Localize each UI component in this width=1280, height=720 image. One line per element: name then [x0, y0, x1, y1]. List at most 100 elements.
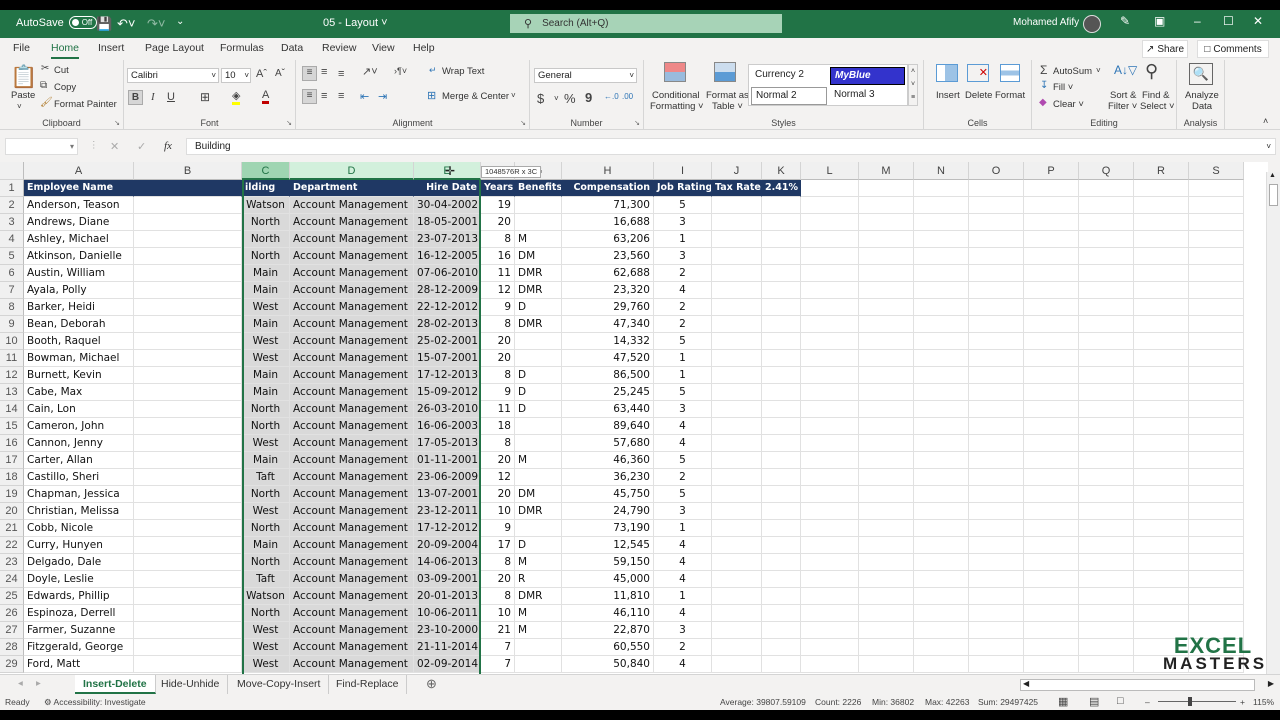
column-header-p[interactable]: P: [1024, 162, 1079, 180]
cell-r9[interactable]: [1134, 316, 1189, 333]
cell-c16[interactable]: West: [242, 435, 290, 452]
cell-g25[interactable]: DMR: [515, 588, 562, 605]
cell-p1[interactable]: [1024, 180, 1079, 197]
cell-f12[interactable]: 8: [481, 367, 515, 384]
cell-s5[interactable]: [1189, 248, 1244, 265]
column-header-c[interactable]: C: [242, 162, 290, 180]
cell-j4[interactable]: [712, 231, 762, 248]
cell-e29[interactable]: 02-09-2014: [414, 656, 481, 673]
cell-a10[interactable]: Booth, Raquel: [24, 333, 134, 350]
cell-o17[interactable]: [969, 452, 1024, 469]
cell-o24[interactable]: [969, 571, 1024, 588]
orientation-icon[interactable]: ↗˅: [362, 65, 378, 78]
accessibility-status[interactable]: ⚙ Accessibility: Investigate: [44, 697, 146, 708]
cell-m26[interactable]: [859, 605, 914, 622]
column-header-i[interactable]: I: [654, 162, 712, 180]
cell-m15[interactable]: [859, 418, 914, 435]
merge-dropdown-icon[interactable]: ˅: [511, 91, 516, 100]
cell-o5[interactable]: [969, 248, 1024, 265]
cell-q12[interactable]: [1079, 367, 1134, 384]
cell-e4[interactable]: 23-07-2013: [414, 231, 481, 248]
cell-r4[interactable]: [1134, 231, 1189, 248]
cell-i24[interactable]: 4: [654, 571, 712, 588]
cell-s20[interactable]: [1189, 503, 1244, 520]
cell-k8[interactable]: [762, 299, 801, 316]
row-header-11[interactable]: 11: [0, 350, 24, 367]
merge-center-button[interactable]: Merge & Center: [442, 91, 509, 102]
maximize-icon[interactable]: ☐: [1223, 14, 1234, 28]
cell-a18[interactable]: Castillo, Sheri: [24, 469, 134, 486]
row-header-29[interactable]: 29: [0, 656, 24, 673]
cell-b16[interactable]: [134, 435, 242, 452]
top-align-icon[interactable]: ≡: [302, 66, 317, 81]
row-header-1[interactable]: 1: [0, 180, 24, 197]
cell-g9[interactable]: DMR: [515, 316, 562, 333]
increase-indent-icon[interactable]: ⇥: [378, 90, 387, 103]
cell-d10[interactable]: Account Management: [290, 333, 414, 350]
cell-j27[interactable]: [712, 622, 762, 639]
cell-f29[interactable]: 7: [481, 656, 515, 673]
header-cell-f[interactable]: Years: [481, 180, 515, 197]
cell-l23[interactable]: [801, 554, 859, 571]
cell-b22[interactable]: [134, 537, 242, 554]
cell-p10[interactable]: [1024, 333, 1079, 350]
cell-f14[interactable]: 11: [481, 401, 515, 418]
cell-r21[interactable]: [1134, 520, 1189, 537]
header-cell-b[interactable]: [134, 180, 242, 197]
style-normal-2[interactable]: Normal 2: [751, 87, 827, 105]
cell-q2[interactable]: [1079, 197, 1134, 214]
cell-l24[interactable]: [801, 571, 859, 588]
cell-g11[interactable]: [515, 350, 562, 367]
cell-i20[interactable]: 3: [654, 503, 712, 520]
cell-a19[interactable]: Chapman, Jessica: [24, 486, 134, 503]
cell-a28[interactable]: Fitzgerald, George: [24, 639, 134, 656]
cell-a27[interactable]: Farmer, Suzanne: [24, 622, 134, 639]
comma-style-button[interactable]: 9: [585, 90, 592, 105]
cell-e20[interactable]: 23-12-2011: [414, 503, 481, 520]
cell-e24[interactable]: 03-09-2001: [414, 571, 481, 588]
paste-button[interactable]: Paste: [11, 90, 35, 101]
cell-m9[interactable]: [859, 316, 914, 333]
cell-h27[interactable]: 22,870: [562, 622, 654, 639]
cell-g29[interactable]: [515, 656, 562, 673]
cell-c2[interactable]: Watson: [242, 197, 290, 214]
cell-j2[interactable]: [712, 197, 762, 214]
cell-b14[interactable]: [134, 401, 242, 418]
cell-m4[interactable]: [859, 231, 914, 248]
cell-l29[interactable]: [801, 656, 859, 673]
cell-b13[interactable]: [134, 384, 242, 401]
wrap-text-button[interactable]: Wrap Text: [442, 66, 484, 77]
cell-i2[interactable]: 5: [654, 197, 712, 214]
cell-e9[interactable]: 28-02-2013: [414, 316, 481, 333]
cell-l2[interactable]: [801, 197, 859, 214]
style-myblue[interactable]: MyBlue: [830, 67, 905, 85]
cell-b24[interactable]: [134, 571, 242, 588]
cell-b26[interactable]: [134, 605, 242, 622]
cell-f18[interactable]: 12: [481, 469, 515, 486]
cell-b27[interactable]: [134, 622, 242, 639]
cell-c10[interactable]: West: [242, 333, 290, 350]
cell-l21[interactable]: [801, 520, 859, 537]
cell-c20[interactable]: West: [242, 503, 290, 520]
cell-c6[interactable]: Main: [242, 265, 290, 282]
cell-d16[interactable]: Account Management: [290, 435, 414, 452]
cell-c24[interactable]: Taft: [242, 571, 290, 588]
zoom-out-icon[interactable]: –: [1145, 697, 1150, 707]
header-cell-h[interactable]: Compensation: [562, 180, 654, 197]
cell-o18[interactable]: [969, 469, 1024, 486]
cell-g15[interactable]: [515, 418, 562, 435]
cell-c17[interactable]: Main: [242, 452, 290, 469]
cell-o1[interactable]: [969, 180, 1024, 197]
cell-h14[interactable]: 63,440: [562, 401, 654, 418]
cell-k17[interactable]: [762, 452, 801, 469]
cell-a12[interactable]: Burnett, Kevin: [24, 367, 134, 384]
cell-g4[interactable]: M: [515, 231, 562, 248]
cell-i10[interactable]: 5: [654, 333, 712, 350]
cell-f17[interactable]: 20: [481, 452, 515, 469]
cell-k4[interactable]: [762, 231, 801, 248]
cell-p2[interactable]: [1024, 197, 1079, 214]
cell-c19[interactable]: North: [242, 486, 290, 503]
align-left-icon[interactable]: ≡: [302, 89, 317, 104]
cell-p27[interactable]: [1024, 622, 1079, 639]
cell-o29[interactable]: [969, 656, 1024, 673]
